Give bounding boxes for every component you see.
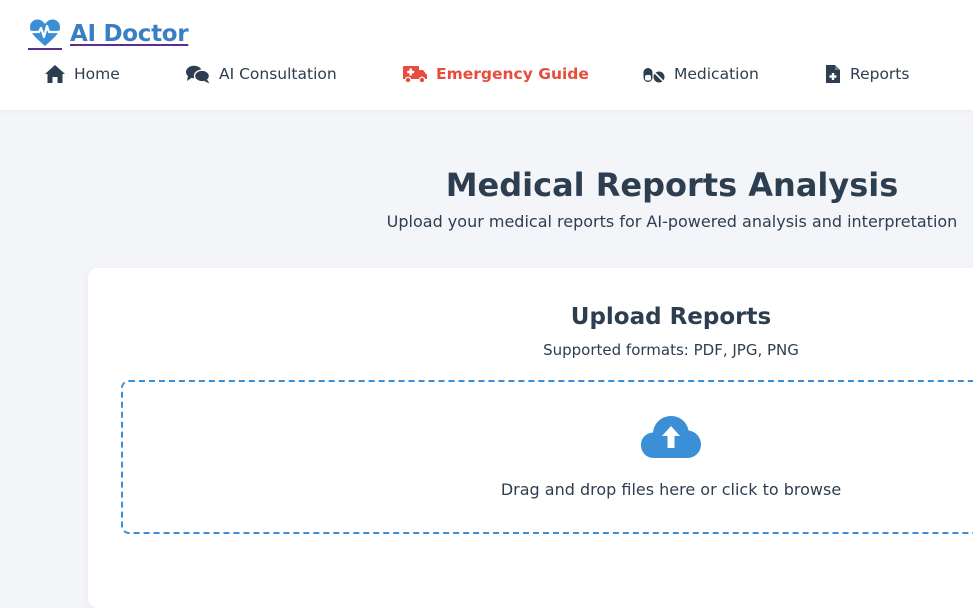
ambulance-icon bbox=[403, 66, 427, 84]
page-subtitle: Upload your medical reports for AI-power… bbox=[386, 212, 958, 231]
main-nav: Home AI Consultation Emergency Guide Med… bbox=[0, 60, 973, 88]
page-title: Medical Reports Analysis bbox=[445, 166, 899, 204]
file-medical-icon bbox=[826, 65, 840, 83]
comments-icon bbox=[186, 65, 211, 84]
upload-title: Upload Reports bbox=[570, 304, 772, 330]
heartbeat-icon bbox=[28, 18, 62, 50]
home-icon bbox=[45, 65, 65, 83]
dropzone-text: Drag and drop files here or click to bro… bbox=[500, 480, 842, 499]
cloud-upload-icon bbox=[641, 416, 701, 458]
top-navbar: AI Doctor Home AI Consultation Emergency… bbox=[0, 0, 973, 110]
supported-formats: Supported formats: PDF, JPG, PNG bbox=[543, 341, 799, 359]
nav-item-label: Emergency Guide bbox=[436, 65, 589, 83]
nav-item-reports[interactable]: Reports bbox=[824, 60, 909, 88]
nav-item-label: Home bbox=[74, 65, 120, 83]
pills-icon bbox=[643, 68, 665, 83]
nav-item-emergency-guide[interactable]: Emergency Guide bbox=[402, 60, 589, 88]
nav-item-label: AI Consultation bbox=[219, 65, 337, 83]
brand-name: AI Doctor bbox=[70, 21, 189, 47]
nav-item-ai-consultation[interactable]: AI Consultation bbox=[185, 60, 337, 88]
nav-item-home[interactable]: Home bbox=[44, 60, 120, 88]
brand-link[interactable]: AI Doctor bbox=[28, 17, 189, 51]
upload-dropzone[interactable] bbox=[121, 380, 973, 534]
nav-item-label: Reports bbox=[850, 65, 910, 83]
nav-item-medication[interactable]: Medication bbox=[642, 60, 759, 88]
nav-item-label: Medication bbox=[674, 65, 759, 83]
